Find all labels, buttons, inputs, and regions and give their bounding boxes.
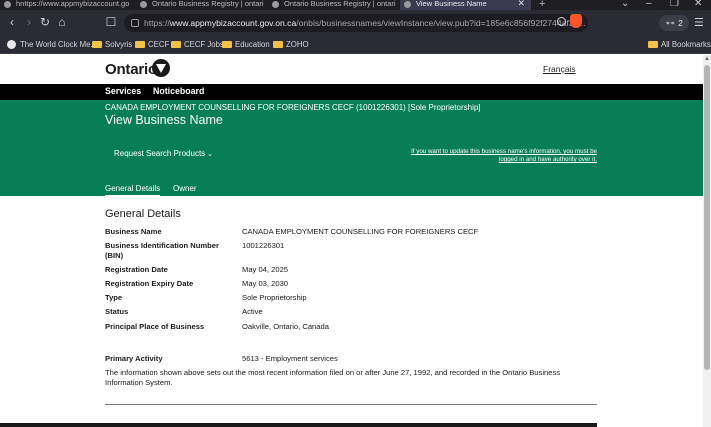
- bookmark-label: Education: [235, 40, 270, 49]
- web-page: Ontario Français Services Noticeboard CA…: [0, 55, 703, 427]
- home-icon[interactable]: ⌂: [55, 15, 69, 29]
- ontario-logo[interactable]: Ontario: [105, 61, 157, 78]
- business-summary-line: CANADA EMPLOYMENT COUNSELLING FOR FOREIG…: [105, 103, 481, 112]
- menu-icon[interactable]: ☰: [694, 16, 704, 29]
- browser-tab-title: View Business Name: [416, 0, 487, 8]
- browser-toolbar: ‹ › ↻ ⌂ ☐ https://www.appmybizaccount.go…: [0, 10, 711, 36]
- bookmark-folder-cecf-jobs[interactable]: CECF Jobs: [171, 39, 224, 50]
- minimize-icon[interactable]: –: [646, 0, 652, 9]
- folder-icon: [92, 41, 102, 48]
- dropdown-label: Request Search Products: [114, 149, 206, 158]
- tab-favicon-icon: [140, 1, 147, 8]
- bookmark-folder-education[interactable]: Education: [222, 39, 270, 50]
- reload-icon[interactable]: ↻: [38, 15, 52, 29]
- bookmark-label: The World Clock Me...: [20, 40, 97, 49]
- detail-value: CANADA EMPLOYMENT COUNSELLING FOR FOREIG…: [242, 227, 479, 236]
- bookmark-label: CECF Jobs: [184, 40, 224, 49]
- language-toggle-link[interactable]: Français: [543, 64, 576, 74]
- detail-label: Primary Activity: [105, 354, 163, 363]
- detail-value: Sole Proprietorship: [242, 293, 307, 302]
- folder-icon: [135, 41, 145, 48]
- browser-tab-strip: hnttps://www.appmybizaccount.go Ontario …: [0, 0, 711, 10]
- detail-value: Active: [242, 307, 263, 316]
- folder-icon: [273, 41, 283, 48]
- bookmark-folder-solvyris[interactable]: Solvyris: [92, 39, 132, 50]
- page-title: View Business Name: [105, 113, 223, 127]
- nav-services[interactable]: Services: [105, 86, 141, 96]
- records-disclaimer: The information shown above sets out the…: [105, 368, 561, 387]
- section-title: General Details: [105, 208, 181, 220]
- globe-icon: [7, 40, 16, 49]
- folder-icon: [222, 41, 232, 48]
- update-info-link[interactable]: If you want to update this business name…: [398, 148, 597, 164]
- scrollbar-thumb[interactable]: [704, 65, 710, 370]
- browser-tab-active[interactable]: View Business Name ✕: [400, 0, 531, 10]
- bookmark-label: Solvyris: [105, 40, 133, 49]
- restore-icon[interactable]: ❐: [670, 0, 679, 9]
- chevron-down-icon: ⌄: [207, 151, 214, 158]
- section-divider: [105, 404, 597, 405]
- detail-value: Oakville, Ontario, Canada: [242, 322, 329, 331]
- scroll-up-icon[interactable]: ▲: [704, 56, 710, 62]
- browser-tab-1[interactable]: hnttps://www.appmybizaccount.go: [0, 0, 133, 10]
- bookmarks-bar: The World Clock Me... Solvyris CECF CECF…: [0, 36, 711, 54]
- url-path: /onbis/businessnames/viewInstance/view.p…: [296, 18, 586, 28]
- page-scrollbar[interactable]: ▲: [703, 55, 711, 427]
- business-banner: CANADA EMPLOYMENT COUNSELLING FOR FOREIG…: [0, 100, 703, 197]
- extensions-button[interactable]: 👓 2: [659, 15, 689, 31]
- brave-shield-icon[interactable]: [570, 14, 582, 28]
- all-bookmarks[interactable]: All Bookmarks: [648, 39, 711, 50]
- detail-label: Type: [105, 293, 123, 302]
- detail-value: May 03, 2030: [242, 279, 289, 288]
- bookmark-folder-zoho[interactable]: ZOHO: [273, 39, 309, 50]
- page-footer-bar: [0, 423, 597, 427]
- bookmark-icon[interactable]: ☐: [104, 15, 118, 29]
- tab-owner[interactable]: Owner: [173, 184, 197, 193]
- url-domain: www.appmybizaccount.gov.on.ca: [169, 18, 297, 28]
- bookmark-label: CECF: [148, 40, 170, 49]
- detail-label: Business Identification Number (BIN): [105, 241, 219, 260]
- detail-value: 5613 - Employment services: [242, 354, 338, 363]
- forward-icon[interactable]: ›: [22, 15, 36, 29]
- detail-value: 1001226301: [242, 241, 285, 250]
- tab-list-chevron-icon[interactable]: ⌄: [621, 0, 629, 9]
- browser-tab-title: Ontario Business Registry | ontario.c: [284, 0, 396, 8]
- bookmark-label: All Bookmarks: [661, 40, 711, 49]
- new-tab-icon[interactable]: +: [539, 0, 545, 10]
- site-settings-icon[interactable]: [131, 19, 139, 27]
- url-prefix: https://: [144, 18, 170, 28]
- main-nav: Services Noticeboard: [0, 84, 703, 100]
- bookmark-world-clock[interactable]: The World Clock Me...: [7, 39, 97, 50]
- detail-label: Business Name: [105, 227, 162, 236]
- site-header: Ontario Français: [0, 55, 703, 84]
- folder-icon: [648, 41, 658, 48]
- trillium-logo-icon: [152, 59, 170, 77]
- request-search-products-dropdown[interactable]: Request Search Products ⌄: [114, 149, 213, 158]
- browser-tab-title: hnttps://www.appmybizaccount.go: [16, 0, 130, 8]
- folder-icon: [171, 41, 181, 48]
- tab-favicon-icon: [4, 1, 11, 8]
- browser-tab-3[interactable]: Ontario Business Registry | ontario.c: [268, 0, 396, 10]
- detail-label: Registration Date: [105, 265, 168, 274]
- tab-general-details[interactable]: General Details: [105, 184, 161, 197]
- window-close-icon[interactable]: ✕: [694, 0, 702, 9]
- detail-label: Principal Place of Business: [105, 322, 205, 331]
- back-icon[interactable]: ‹: [5, 15, 19, 29]
- browser-tab-title: Ontario Business Registry | ontario.c: [152, 0, 264, 8]
- tab-favicon-icon: [272, 1, 279, 8]
- detail-value: May 04, 2025: [242, 265, 289, 274]
- address-bar[interactable]: https://www.appmybizaccount.gov.on.ca/on…: [124, 14, 588, 32]
- close-tab-icon[interactable]: ✕: [517, 0, 525, 8]
- nav-noticeboard[interactable]: Noticeboard: [153, 86, 204, 96]
- browser-tab-2[interactable]: Ontario Business Registry | ontario.c: [136, 0, 264, 10]
- bookmark-label: ZOHO: [286, 40, 309, 49]
- search-icon[interactable]: [557, 17, 566, 26]
- bookmark-folder-cecf[interactable]: CECF: [135, 39, 169, 50]
- tab-favicon-icon: [404, 1, 411, 8]
- detail-label: Registration Expiry Date: [105, 279, 194, 288]
- extension-count: 2: [678, 18, 683, 28]
- detail-label: Status: [105, 307, 129, 316]
